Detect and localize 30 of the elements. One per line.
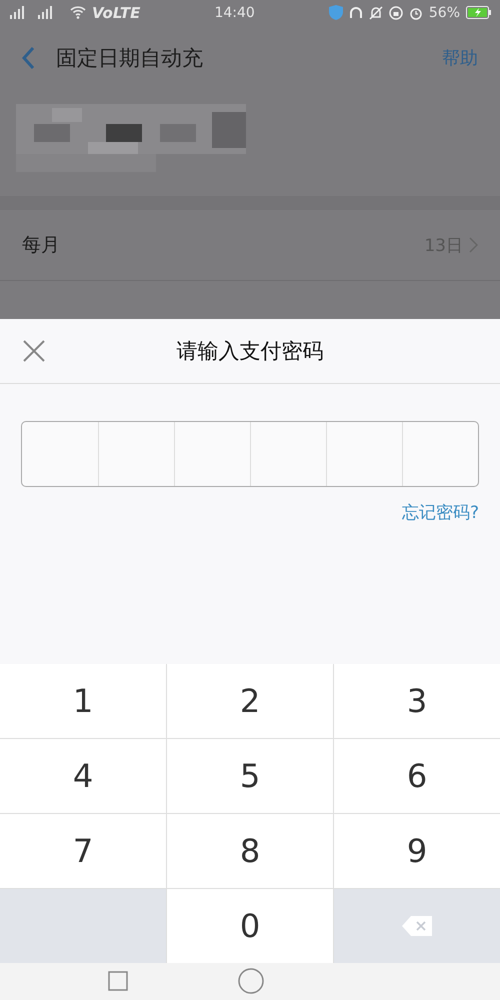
- network-label: VoLTE: [92, 4, 140, 22]
- password-field[interactable]: [21, 420, 479, 486]
- chevron-icon: [469, 237, 478, 253]
- home-icon[interactable]: [238, 968, 264, 994]
- status-time: 14:40: [213, 4, 256, 20]
- number-key[interactable]: 5: [167, 738, 333, 812]
- shield-icon: [328, 5, 343, 20]
- sheet-title: 请输入支付密码: [176, 338, 324, 364]
- number-key[interactable]: 1: [0, 664, 166, 738]
- number-key[interactable]: 3: [334, 664, 500, 738]
- recent-apps-icon[interactable]: [108, 971, 128, 992]
- number-key[interactable]: 2: [167, 664, 333, 738]
- number-key[interactable]: 0: [167, 888, 333, 962]
- page-title: 固定日期自动充: [56, 44, 204, 72]
- number-key[interactable]: 8: [167, 814, 333, 888]
- back-icon[interactable]: [22, 46, 34, 68]
- rotation-lock-icon: [388, 6, 403, 20]
- number-key[interactable]: 7: [0, 814, 166, 888]
- row-label: 每月: [22, 233, 61, 258]
- battery-charging-icon: [466, 6, 492, 19]
- number-key[interactable]: 4: [0, 738, 166, 812]
- backspace-icon: [401, 914, 433, 936]
- headphones-icon: [348, 6, 363, 20]
- close-button[interactable]: [22, 338, 46, 362]
- number-key[interactable]: 6: [334, 738, 500, 812]
- wifi-icon: [70, 6, 86, 19]
- alarm-icon: [408, 6, 423, 20]
- number-key[interactable]: 9: [334, 814, 500, 888]
- bell-off-icon: [368, 6, 383, 20]
- battery-percent: 56%: [428, 4, 460, 20]
